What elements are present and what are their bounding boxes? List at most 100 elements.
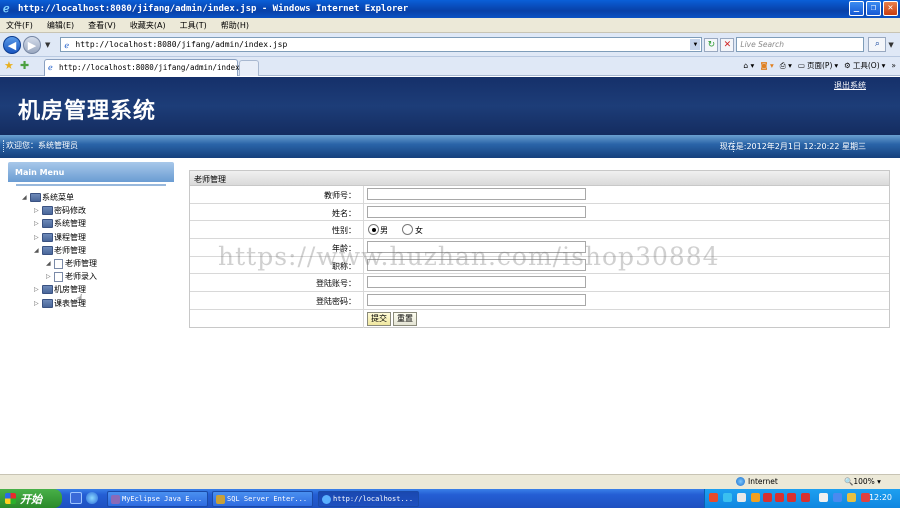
start-button[interactable]: 开始	[0, 489, 62, 508]
field-label: 登陆账号：	[316, 279, 356, 289]
divider	[363, 274, 364, 292]
volume-icon[interactable]	[847, 493, 856, 502]
network-icon[interactable]	[833, 493, 842, 502]
sidebar-item-labs[interactable]: ▷ 机房管理	[22, 283, 97, 296]
tray-app-icon[interactable]	[737, 493, 746, 502]
tools-menu-button[interactable]: ⚙ 工具(O) ▾	[844, 60, 885, 71]
back-button[interactable]: ◀	[3, 35, 21, 54]
sidebar-item-system[interactable]: ▷ 系统管理	[22, 217, 97, 230]
submit-button[interactable]: 提交	[367, 311, 391, 326]
form-row-gender: 性别： 男 女	[190, 221, 889, 240]
tray-app-icon[interactable]	[801, 493, 810, 502]
globe-icon	[736, 477, 745, 486]
gender-female-radio[interactable]	[402, 224, 413, 236]
page-menu-button[interactable]: ▭ 页面(P) ▾	[798, 60, 838, 71]
ie-logo-icon: ℯ	[3, 2, 10, 15]
logout-link[interactable]: 退出系统	[834, 80, 866, 91]
favorites-star-icon[interactable]: ★	[4, 59, 14, 72]
search-button[interactable]: ⌕	[868, 37, 887, 52]
search-input[interactable]: Live Search	[736, 37, 865, 52]
field-label: 性别：	[332, 226, 356, 236]
menu-view[interactable]: 查看(V)	[88, 20, 116, 31]
tab-bar: ★ ✚ ℯ http://localhost:8080/jifang/admin…	[0, 57, 900, 76]
login-account-input[interactable]	[367, 276, 586, 289]
menu-help[interactable]: 帮助(H)	[221, 20, 249, 31]
user-status-strip: 欢迎您：系统管理员 现在是:2012年2月1日 12:20:22 星期三	[0, 135, 900, 158]
expand-icon[interactable]: ▷	[34, 234, 42, 241]
ie-quicklaunch-icon[interactable]	[86, 492, 98, 504]
address-input[interactable]: ℯ http://localhost:8080/jifang/admin/ind…	[60, 37, 703, 52]
ie-icon	[322, 495, 331, 504]
folder-icon	[30, 193, 41, 203]
expand-icon[interactable]: ▷	[34, 220, 42, 227]
tray-app-icon[interactable]	[787, 493, 796, 502]
zoom-control[interactable]: 🔍100% ▾	[844, 477, 881, 486]
expand-icon[interactable]: ▷	[46, 273, 54, 280]
collapse-icon[interactable]: ◢	[22, 194, 30, 201]
window-title: http://localhost:8080/jifang/admin/index…	[18, 4, 409, 14]
tray-app-icon[interactable]	[709, 493, 718, 502]
address-dropdown-icon[interactable]: ▼	[690, 39, 701, 50]
myeclipse-icon	[111, 495, 120, 504]
home-icon[interactable]: ⌂ ▾	[743, 61, 754, 70]
add-favorites-icon[interactable]: ✚	[20, 59, 29, 72]
task-sql-server[interactable]: SQL Server Enter...	[212, 491, 313, 507]
reset-button[interactable]: 重置	[393, 311, 417, 326]
login-password-input[interactable]	[367, 294, 586, 307]
address-url: http://localhost:8080/jifang/admin/index…	[75, 40, 288, 49]
expand-icon[interactable]: ▷	[34, 300, 42, 307]
collapse-icon[interactable]: ◢	[46, 260, 54, 267]
tray-app-icon[interactable]	[763, 493, 772, 502]
sidebar-item-teachers[interactable]: ◢ 老师管理	[22, 244, 97, 257]
tray-app-icon[interactable]	[819, 493, 828, 502]
feeds-icon[interactable]: ◙ ▾	[760, 61, 773, 70]
system-tray: 12:20	[704, 489, 900, 508]
maximize-button[interactable]: ❐	[866, 1, 881, 16]
toolbar-overflow-icon[interactable]: »	[891, 61, 896, 70]
name-input[interactable]	[367, 205, 586, 218]
search-options-icon[interactable]: ▼	[888, 41, 893, 49]
sidebar-item-courses[interactable]: ▷ 课程管理	[22, 231, 97, 244]
tray-app-icon[interactable]	[751, 493, 760, 502]
tab-current[interactable]: ℯ http://localhost:8080/jifang/admin/ind…	[44, 59, 258, 76]
teacher-no-input[interactable]	[367, 188, 586, 200]
close-button[interactable]: ✕	[883, 1, 898, 16]
tray-app-icon[interactable]	[775, 493, 784, 502]
collapse-icon[interactable]: ◢	[34, 247, 42, 254]
gender-male-label: 男	[380, 226, 388, 236]
menu-bar: 文件(F) 编辑(E) 查看(V) 收藏夹(A) 工具(T) 帮助(H)	[0, 18, 900, 33]
security-zone[interactable]: Internet	[736, 477, 778, 486]
menu-tools[interactable]: 工具(T)	[180, 20, 207, 31]
sql-server-icon	[216, 495, 225, 504]
sidebar-item-schedule[interactable]: ▷ 课表管理	[22, 297, 97, 310]
expand-icon[interactable]: ▷	[34, 286, 42, 293]
history-dropdown-icon[interactable]: ▼	[45, 41, 50, 49]
print-icon[interactable]: ⎙ ▾	[780, 61, 792, 71]
menu-edit[interactable]: 编辑(E)	[47, 20, 74, 31]
sidebar-item-teacher-entry[interactable]: ▷ 老师录入	[22, 270, 97, 283]
current-datetime: 现在是:2012年2月1日 12:20:22 星期三	[719, 142, 866, 151]
task-myeclipse[interactable]: MyEclipse Java E...	[107, 491, 208, 507]
tray-app-icon[interactable]	[723, 493, 732, 502]
gender-male-radio[interactable]	[368, 224, 379, 236]
sidebar-item-label: 课程管理	[54, 232, 86, 242]
task-ie[interactable]: http://localhost...	[318, 491, 419, 507]
refresh-button[interactable]: ↻	[704, 37, 719, 52]
menu-favorites[interactable]: 收藏夹(A)	[130, 20, 166, 31]
sidebar-item-password[interactable]: ▷ 密码修改	[22, 204, 97, 217]
page-icon	[54, 271, 63, 282]
forward-button[interactable]: ▶	[23, 35, 41, 54]
window-title-bar[interactable]: ℯ http://localhost:8080/jifang/admin/ind…	[0, 0, 900, 18]
new-tab-button[interactable]	[239, 60, 259, 76]
stop-button[interactable]: ✕	[720, 37, 735, 52]
minimize-button[interactable]: _	[849, 1, 864, 16]
show-desktop-icon[interactable]	[70, 492, 82, 504]
tree-root[interactable]: ◢ 系统菜单	[22, 191, 97, 204]
clock[interactable]: 12:20	[869, 493, 892, 502]
expand-icon[interactable]: ▷	[34, 207, 42, 214]
app-title: 机房管理系统	[18, 99, 157, 124]
gender-female-label: 女	[415, 226, 423, 236]
menu-file[interactable]: 文件(F)	[6, 20, 33, 31]
browser-status-bar: Internet 🔍100% ▾	[0, 474, 900, 489]
sidebar-item-teacher-manage[interactable]: ◢ 老师管理	[22, 257, 97, 270]
